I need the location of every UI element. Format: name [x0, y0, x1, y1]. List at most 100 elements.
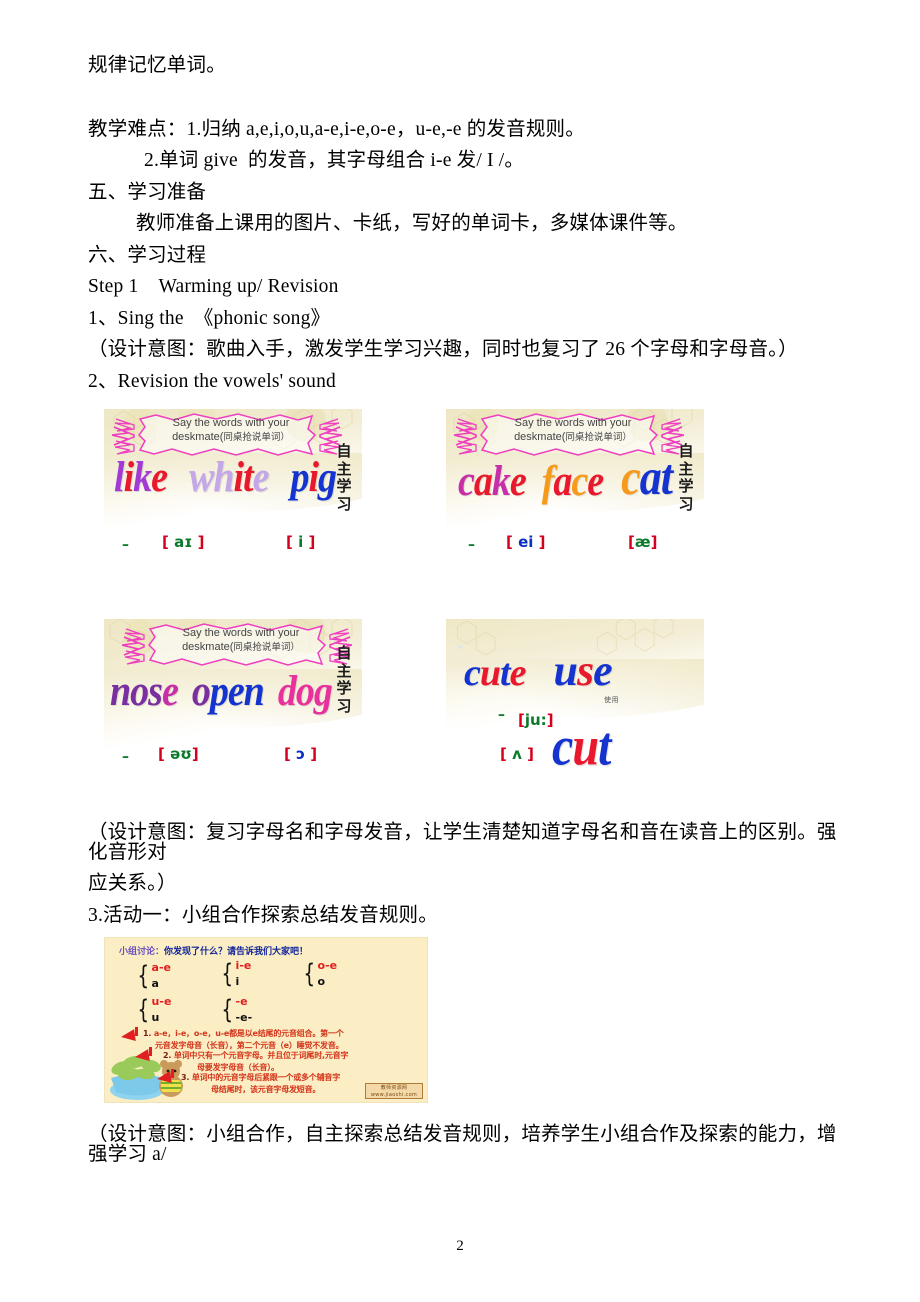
brace-top-e: -e — [235, 995, 248, 1008]
brace-bottom-u: u — [151, 1011, 160, 1024]
slide-image-cake-face-cat: Say the words with your deskmate(同桌抢说单词）… — [446, 409, 704, 561]
slide-phonetics-3: – [ əʊ] [ ɔ ] — [104, 743, 362, 767]
brace-top-i: i-e — [235, 959, 252, 972]
slide-vertical-label-1: 自主学习 — [336, 442, 352, 514]
slide-words-1: like white pig — [104, 455, 362, 499]
brace-icon: { — [303, 958, 316, 989]
wordart-white: white — [189, 453, 269, 502]
banner-line2-cn: 同桌抢说单词） — [565, 431, 632, 443]
slide-image-like-white-pig: Say the words with your deskmate(同桌抢说单词）… — [104, 409, 362, 561]
brace-pair-e: { -e -e- — [219, 996, 252, 1023]
banner-line1: Say the words with your — [182, 627, 300, 639]
resource-stamp: 教师资源网 www.jiaoshi.com — [365, 1083, 423, 1099]
brace-icon: { — [137, 960, 150, 991]
brace-bottom-o: o — [317, 975, 326, 988]
wordart-like: like — [114, 453, 168, 502]
paragraph-preparation: 教师准备上课用的图片、卡纸，写好的单词卡，多媒体课件等。 — [136, 213, 688, 234]
slide-image-grid: Say the words with your deskmate(同桌抢说单词）… — [104, 409, 726, 787]
stamp-line-1: 教师资源网 — [380, 1085, 408, 1091]
wordart-cute: cute — [464, 652, 526, 694]
paragraph-intent3: （设计意图：小组合作，自主探索总结发音规则，培养学生小组合作及探索的能力，增强学… — [88, 1124, 837, 1165]
paragraph-rule-memory: 规律记忆单词。 — [88, 55, 226, 76]
wordart-open: open — [191, 667, 265, 716]
brace-top-u: u-e — [151, 995, 172, 1008]
slide-vertical-label-3: 自主学习 — [336, 644, 352, 716]
brace-top-a: a-e — [151, 961, 171, 974]
rule-line-3b: 母结尾时，该元音字母发短音。 — [211, 1084, 321, 1094]
banner-line2-cn: 同桌抢说单词） — [233, 641, 300, 653]
rules-header-label: 小组讨论： — [119, 947, 165, 957]
paragraph-difficulty-2: 2.单词 give 的发音，其字母组合 i-e 发/ I /。 — [144, 150, 525, 171]
slide-image-cute-use-cut: cute use 使用 – [ju:] [ ʌ ] cut — [446, 619, 704, 787]
megaphone-tail-1 — [135, 1027, 138, 1036]
wordart-pig: pig — [290, 453, 337, 502]
phonetic-dash-2: – — [468, 537, 475, 553]
paragraph-intent2-line2: 应关系。） — [88, 873, 177, 894]
wordart-nose: nose — [110, 667, 179, 716]
slide-row-2: Say the words with your deskmate(同桌抢说单词）… — [104, 619, 726, 787]
slide-phonetics-2: – [ ei ] [æ] — [446, 531, 704, 555]
slide-banner-text-3: Say the words with your deskmate(同桌抢说单词） — [146, 627, 336, 655]
rule-line-2a: 单词中只有一个元音字母。并且位于词尾时,元音字 — [173, 1051, 349, 1060]
paragraph-item3-activity: 3.活动一：小组合作探索总结发音规则。 — [88, 904, 438, 926]
faint-artifact-dot — [458, 645, 462, 649]
slide-phonetics-1: – [ aɪ ] [ i ] — [104, 531, 362, 555]
megaphone-icon-1 — [120, 1029, 136, 1043]
wordart-use: use — [553, 646, 612, 695]
rule-text-1: 1. a-e，i-e，o-e，u-e都是以e结尾的元音组合。第一个 元音发字母音… — [143, 1028, 421, 1051]
phonetic-i: [ i ] — [286, 533, 316, 551]
banner-line2: deskmate( — [182, 640, 234, 653]
slide-banner-text-2: Say the words with your deskmate(同桌抢说单词） — [478, 417, 668, 445]
paragraph-intent2-line1: （设计意图：复习字母名和字母发音，让学生清楚知道字母名和音在读音上的区别。强化音… — [88, 822, 837, 863]
brace-bottom-e: -e- — [235, 1011, 253, 1024]
wordart-cut: cut — [552, 716, 611, 778]
phonetic-caret: [ ʌ ] — [500, 745, 534, 763]
banner-line1: Say the words with your — [514, 417, 632, 429]
rule-number-2: 2. — [163, 1051, 172, 1060]
rules-header: 小组讨论：你发现了什么？请告诉我们大家吧！ — [119, 944, 308, 957]
document-page: 规律记忆单词。 教学难点：1.归纳 a,e,i,o,u,a-e,i-e,o-e，… — [0, 0, 920, 1302]
rule-line-1a: a-e，i-e，o-e，u-e都是以e结尾的元音组合。第一个 — [153, 1029, 344, 1038]
paragraph-step1: Step 1 Warming up/ Revision — [88, 276, 339, 297]
phonetic-ei: [ ei ] — [506, 533, 546, 551]
rules-discussion-image: 小组讨论：你发现了什么？请告诉我们大家吧！ { a-e a { i-e i { … — [104, 937, 428, 1103]
banner-line2-cn: 同桌抢说单词） — [223, 431, 290, 443]
stamp-line-2: www.jiaoshi.com — [370, 1092, 418, 1098]
brace-icon: { — [221, 958, 234, 989]
paragraph-difficulty-1: 教学难点：1.归纳 a,e,i,o,u,a-e,i-e,o-e，u-e,-e 的… — [88, 118, 585, 140]
slide-vertical-label-2: 自主学习 — [678, 442, 694, 514]
slide-words-2: cake face cat — [446, 452, 704, 506]
phonetic-ai: [ aɪ ] — [162, 533, 205, 551]
slide-image-nose-open-dog: Say the words with your deskmate(同桌抢说单词）… — [104, 619, 362, 787]
brace-icon: { — [137, 994, 150, 1025]
phonetic-open-o: [ ɔ ] — [284, 745, 318, 763]
banner-line2: deskmate( — [172, 430, 224, 443]
phonetic-ae: [æ] — [628, 533, 658, 551]
banner-line2: deskmate( — [514, 430, 566, 443]
slide-banner-3: Say the words with your deskmate(同桌抢说单词） — [122, 623, 352, 667]
paragraph-item2-revision: 2、Revision the vowels' sound — [88, 370, 336, 392]
slide4-words-top: cute use — [464, 646, 613, 695]
rule-text-2: 2. 单词中只有一个元音字母。并且位于词尾时,元音字 母要发字母音（长音）。 — [163, 1050, 421, 1073]
slide4-watermark: 使用 — [604, 696, 619, 704]
rule-line-3a: 单词中的元音字母后紧跟一个或多个辅音字 — [191, 1073, 341, 1082]
phonetic-dash-1: – — [122, 537, 129, 553]
slide-banner-1: Say the words with your deskmate(同桌抢说单词） — [112, 413, 342, 457]
phonetic-dash-3: – — [122, 749, 129, 765]
wordart-face: face — [541, 457, 604, 506]
phonetic-ju: [ju:] — [518, 711, 554, 729]
slide-banner-text-1: Say the words with your deskmate(同桌抢说单词） — [136, 417, 326, 445]
wordart-cake: cake — [458, 457, 527, 506]
brace-icon: { — [221, 994, 234, 1025]
phonetic-ou: [ əʊ] — [158, 745, 199, 763]
rules-header-question: 你发现了什么？请告诉我们大家吧！ — [164, 947, 309, 957]
rule-number-3: 3. — [181, 1073, 190, 1082]
heading-section-five: 五、学习准备 — [88, 181, 207, 203]
slide4-dash: – — [498, 707, 505, 723]
brace-pair-o: { o-e o — [301, 960, 337, 987]
brace-bottom-a: a — [151, 977, 159, 990]
brace-top-o: o-e — [317, 959, 338, 972]
slide-words-3: nose open dog — [104, 669, 362, 713]
brace-bottom-i: i — [235, 975, 240, 988]
paragraph-item1-sing: 1、Sing the 《phonic song》 — [88, 307, 331, 329]
